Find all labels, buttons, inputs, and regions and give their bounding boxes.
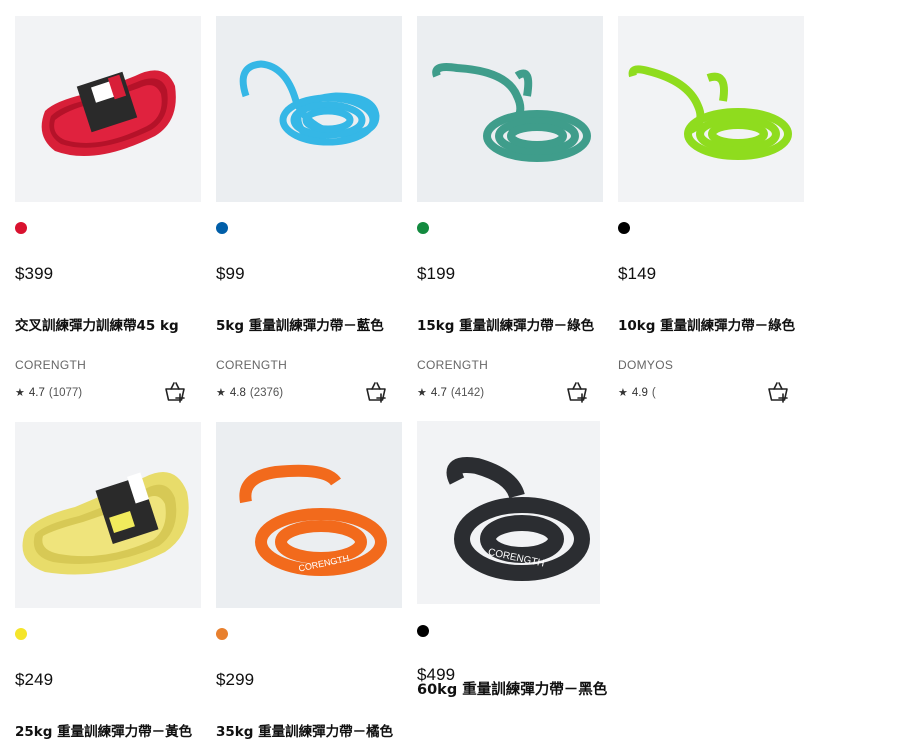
star-icon: ★ <box>216 387 226 399</box>
product-brand: CORENGTH <box>15 358 87 372</box>
review-count: (1077) <box>48 387 83 399</box>
product-price: $249 <box>15 670 54 689</box>
color-swatch[interactable] <box>417 625 429 637</box>
star-icon: ★ <box>417 387 427 399</box>
teal-resistance-band-image <box>417 16 603 202</box>
add-to-cart-icon[interactable] <box>766 380 790 404</box>
product-rating: ★ 4.9( <box>618 386 656 399</box>
product-image[interactable] <box>216 16 402 202</box>
yellow-resistance-band-image <box>15 422 201 608</box>
product-image[interactable] <box>417 16 603 202</box>
product-name[interactable]: 25kg 重量訓練彈力帶－黃色 <box>15 720 215 740</box>
lime-resistance-band-image <box>618 16 804 202</box>
product-image[interactable]: CORENGTH <box>216 422 402 608</box>
color-swatch[interactable] <box>216 628 228 640</box>
black-resistance-band-image: CORENGTH <box>417 421 600 604</box>
add-to-cart-icon[interactable] <box>163 380 187 404</box>
color-swatch[interactable] <box>417 222 429 234</box>
review-count: (2376) <box>249 387 284 399</box>
product-image[interactable] <box>618 16 804 202</box>
product-brand: DOMYOS <box>618 358 674 372</box>
product-price: $149 <box>618 264 657 283</box>
star-icon: ★ <box>15 387 25 399</box>
red-resistance-band-image <box>15 16 201 202</box>
product-image[interactable]: CORENGTH <box>417 421 600 604</box>
color-swatch[interactable] <box>216 222 228 234</box>
product-price: $299 <box>216 670 255 689</box>
color-swatch[interactable] <box>618 222 630 234</box>
product-image[interactable] <box>15 422 201 608</box>
star-icon: ★ <box>618 387 628 399</box>
product-brand: CORENGTH <box>216 358 288 372</box>
product-name[interactable]: 10kg 重量訓練彈力帶－綠色 <box>618 314 818 334</box>
product-image[interactable] <box>15 16 201 202</box>
review-count: (4142) <box>450 387 485 399</box>
blue-resistance-band-image <box>216 16 402 202</box>
add-to-cart-icon[interactable] <box>364 380 388 404</box>
product-rating: ★ 4.7 (4142) <box>417 386 484 399</box>
product-name[interactable]: 5kg 重量訓練彈力帶－藍色 <box>216 314 416 334</box>
product-name[interactable]: 35kg 重量訓練彈力帶－橘色 <box>216 720 416 740</box>
review-count: ( <box>651 387 656 399</box>
rating-value: 4.7 <box>28 387 45 399</box>
product-name[interactable]: 15kg 重量訓練彈力帶－綠色 <box>417 314 617 334</box>
product-price: $199 <box>417 264 456 283</box>
color-swatch[interactable] <box>15 222 27 234</box>
orange-resistance-band-image: CORENGTH <box>216 422 402 608</box>
rating-value: 4.8 <box>229 387 246 399</box>
product-name[interactable]: 60kg 重量訓練彈力帶－黑色 <box>417 678 607 699</box>
product-brand: CORENGTH <box>417 358 489 372</box>
product-price: $99 <box>216 264 245 283</box>
add-to-cart-icon[interactable] <box>565 380 589 404</box>
product-rating: ★ 4.7 (1077) <box>15 386 82 399</box>
product-rating: ★ 4.8 (2376) <box>216 386 283 399</box>
product-price: $399 <box>15 264 54 283</box>
rating-value: 4.7 <box>430 387 447 399</box>
product-name[interactable]: 交叉訓練彈力訓練帶45 kg <box>15 314 215 334</box>
rating-value: 4.9 <box>631 387 648 399</box>
color-swatch[interactable] <box>15 628 27 640</box>
